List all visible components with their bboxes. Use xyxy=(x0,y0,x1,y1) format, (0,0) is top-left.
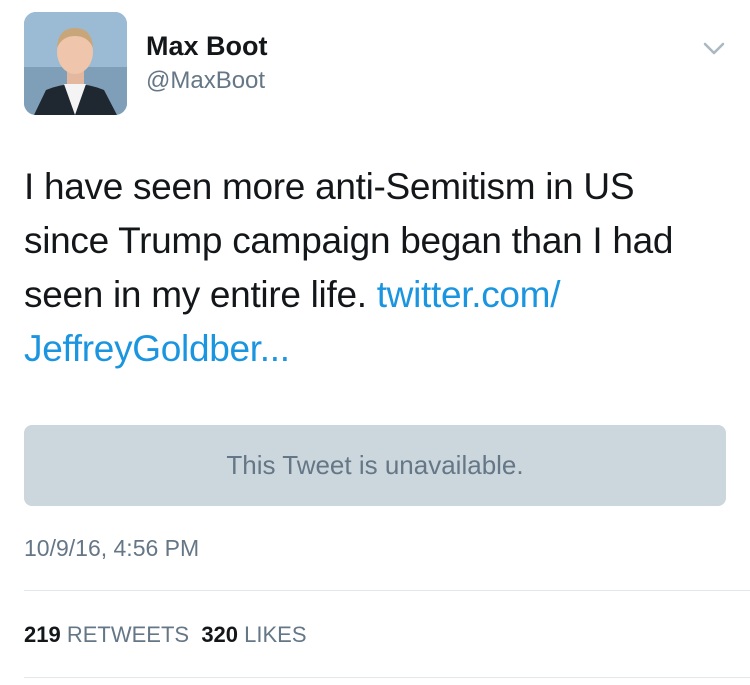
likes-stat[interactable]: 320 LIKES xyxy=(201,622,306,647)
profile-photo-icon xyxy=(24,12,127,115)
tweet-timestamp[interactable]: 10/9/16, 4:56 PM xyxy=(24,533,199,563)
tweet-link-part-2[interactable]: JeffreyGoldber... xyxy=(24,328,290,369)
quoted-tweet-message: This Tweet is unavailable. xyxy=(226,450,524,480)
divider xyxy=(24,677,750,678)
author-handle[interactable]: @MaxBoot xyxy=(146,66,265,96)
likes-count[interactable]: 320 xyxy=(201,622,238,647)
author-name[interactable]: Max Boot xyxy=(146,30,268,62)
divider xyxy=(24,590,750,591)
retweets-label[interactable]: RETWEETS xyxy=(67,622,189,647)
chevron-down-icon[interactable] xyxy=(700,34,728,62)
tweet-card: Max Boot @MaxBoot I have seen more anti-… xyxy=(0,0,750,685)
tweet-stats: 219 RETWEETS 320 LIKES xyxy=(24,620,307,650)
retweets-count[interactable]: 219 xyxy=(24,622,61,647)
avatar[interactable] xyxy=(24,12,127,115)
likes-label[interactable]: LIKES xyxy=(244,622,306,647)
quoted-tweet-unavailable: This Tweet is unavailable. xyxy=(24,425,726,506)
retweets-stat[interactable]: 219 RETWEETS xyxy=(24,622,189,647)
tweet-body-text: I have seen more anti-Semitism in US sin… xyxy=(24,166,674,315)
tweet-link-part-1[interactable]: twitter.com/ xyxy=(377,274,561,315)
tweet-text: I have seen more anti-Semitism in US sin… xyxy=(24,160,714,376)
